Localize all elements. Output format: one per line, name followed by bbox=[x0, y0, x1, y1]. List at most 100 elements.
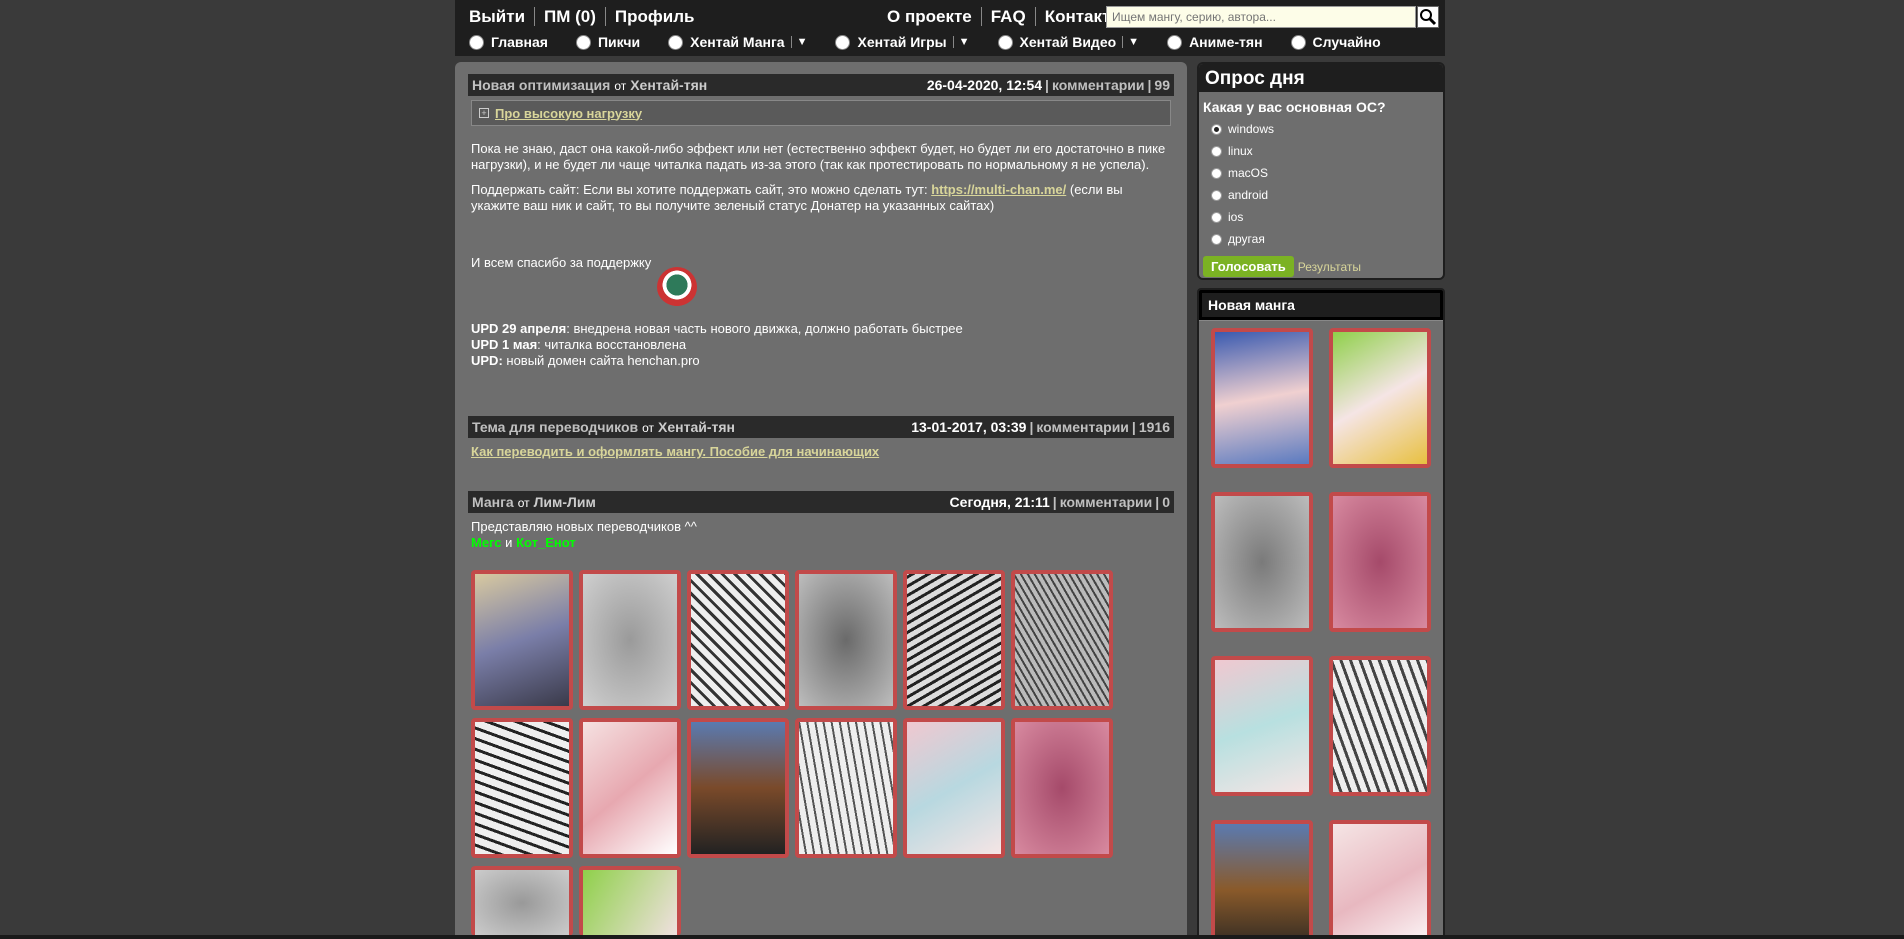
nav-label: Пикчи bbox=[597, 34, 641, 50]
spoiler-toggle[interactable]: + Про высокую нагрузку bbox=[471, 100, 1171, 126]
comments-count: 0 bbox=[1162, 494, 1170, 510]
gallery-thumbnail[interactable] bbox=[687, 570, 789, 710]
poll-option-ios[interactable]: ios bbox=[1199, 206, 1443, 228]
update-line: UPD: новый домен сайта henchan.pro bbox=[471, 353, 700, 368]
results-link[interactable]: Результаты bbox=[1298, 260, 1361, 274]
nav-radio-icon bbox=[469, 34, 484, 50]
gallery-thumbnail[interactable] bbox=[579, 570, 681, 710]
nav-radio-icon bbox=[1167, 34, 1183, 50]
poll-option-other[interactable]: другая bbox=[1199, 228, 1443, 250]
nav-label: Хентай Манга bbox=[690, 34, 785, 50]
gallery-thumbnail[interactable] bbox=[795, 718, 897, 858]
gallery-thumbnail[interactable] bbox=[795, 570, 897, 710]
comments-link[interactable]: комментарии bbox=[1060, 494, 1153, 510]
gallery-thumbnail[interactable] bbox=[471, 570, 573, 710]
poll-question: Какая у вас основная ОС? bbox=[1203, 99, 1386, 115]
nav-label: Аниме-тян bbox=[1189, 34, 1263, 50]
nav-radio-icon bbox=[835, 34, 851, 50]
translator-name[interactable]: Кот_Енот bbox=[516, 535, 576, 550]
post-author[interactable]: Лим-Лим bbox=[534, 494, 596, 510]
gallery-thumbnail[interactable] bbox=[579, 866, 681, 936]
post-author[interactable]: Хентай-тян bbox=[658, 419, 735, 435]
sidebar: Опрос дня Какая у вас основная ОС? windo… bbox=[1197, 62, 1445, 939]
guide-link[interactable]: Как переводить и оформлять мангу. Пособи… bbox=[471, 444, 879, 459]
donate-link[interactable]: https://multi-chan.me/ bbox=[931, 182, 1066, 197]
new-manga-title: Новая манга bbox=[1199, 290, 1443, 321]
dropdown-arrow-icon[interactable]: ▼ bbox=[790, 36, 807, 48]
gallery-thumbnail[interactable] bbox=[1011, 718, 1113, 858]
spoiler-link[interactable]: Про высокую нагрузку bbox=[495, 106, 642, 121]
poll-option-macos[interactable]: macOS bbox=[1199, 162, 1443, 184]
nav-pics[interactable]: Пикчи bbox=[575, 34, 641, 50]
nav-video[interactable]: Хентай Видео ▼ bbox=[997, 34, 1139, 50]
dropdown-arrow-icon[interactable]: ▼ bbox=[1122, 36, 1139, 48]
gallery-thumbnail[interactable] bbox=[471, 866, 573, 936]
nav-random[interactable]: Случайно bbox=[1290, 34, 1381, 50]
about-link[interactable]: О проекте bbox=[887, 7, 981, 26]
update-line: UPD 1 мая: читалка восстановлена bbox=[471, 337, 687, 352]
radio-icon bbox=[1211, 233, 1222, 245]
post-title[interactable]: Тема для переводчиков bbox=[472, 419, 638, 435]
new-manga-grid bbox=[1199, 320, 1443, 939]
page-wrapper: Выйти ПМ (0) Профиль О проекте FAQ Конта… bbox=[455, 0, 1445, 939]
main-nav: Главная Пикчи Хентай Манга ▼ Хентай Игры ▼… bbox=[469, 34, 1409, 50]
gallery-thumbnail[interactable] bbox=[1011, 570, 1113, 710]
manga-cover[interactable] bbox=[1211, 656, 1313, 796]
manga-cover[interactable] bbox=[1329, 820, 1431, 939]
post-header: Новая оптимизация от Хентай-тян 26-04-2020… bbox=[468, 74, 1174, 96]
by-label: от bbox=[517, 496, 530, 510]
post-title[interactable]: Манга bbox=[472, 494, 514, 510]
search-input[interactable] bbox=[1106, 6, 1416, 28]
user-links: Выйти ПМ (0) Профиль bbox=[469, 7, 704, 26]
poll-option-android[interactable]: android bbox=[1199, 184, 1443, 206]
gallery-thumbnail[interactable] bbox=[471, 718, 573, 858]
manga-cover[interactable] bbox=[1329, 656, 1431, 796]
vote-button[interactable]: Голосовать bbox=[1203, 256, 1294, 277]
search-icon bbox=[1420, 9, 1437, 26]
manga-cover[interactable] bbox=[1211, 328, 1313, 468]
gallery-thumbnail[interactable] bbox=[903, 718, 1005, 858]
comments-link[interactable]: комментарии bbox=[1036, 419, 1129, 435]
nav-home[interactable]: Главная bbox=[469, 34, 548, 50]
post-paragraph: Пока не знаю, даст она какой-либо эффект… bbox=[471, 141, 1166, 172]
post-header: Тема для переводчиков от Хентай-тян 13-01-… bbox=[468, 416, 1174, 438]
poll-title: Опрос дня bbox=[1199, 64, 1443, 92]
faq-link[interactable]: FAQ bbox=[980, 7, 1035, 26]
search-button[interactable] bbox=[1417, 6, 1439, 28]
manga-cover[interactable] bbox=[1211, 492, 1313, 632]
post-author[interactable]: Хентай-тян bbox=[630, 77, 707, 93]
nav-label: Хентай Видео bbox=[1019, 34, 1117, 50]
gallery-thumbnail[interactable] bbox=[687, 718, 789, 858]
gallery-thumbnail[interactable] bbox=[903, 570, 1005, 710]
nav-radio-icon bbox=[1290, 34, 1306, 50]
expand-icon: + bbox=[479, 108, 489, 118]
post-title[interactable]: Новая оптимизация bbox=[472, 77, 610, 93]
poll-option-linux[interactable]: linux bbox=[1199, 140, 1443, 162]
gallery-thumbnail[interactable] bbox=[579, 718, 681, 858]
pm-link[interactable]: ПМ (0) bbox=[534, 7, 605, 26]
nav-anime[interactable]: Аниме-тян bbox=[1167, 34, 1263, 50]
radio-icon bbox=[1211, 167, 1222, 179]
post-header: Манга от Лим-Лим Сегодня, 21:11 | комментари… bbox=[468, 491, 1174, 513]
nav-games[interactable]: Хентай Игры ▼ bbox=[835, 34, 970, 50]
bottom-edge bbox=[0, 935, 1904, 939]
radio-icon bbox=[1211, 145, 1222, 157]
by-label: от bbox=[642, 421, 655, 435]
by-label: от bbox=[614, 79, 627, 93]
new-manga-panel: Новая манга bbox=[1197, 288, 1445, 939]
comments-link[interactable]: комментарии bbox=[1052, 77, 1145, 93]
translator-name[interactable]: Мегс bbox=[471, 535, 502, 550]
post-date: 26-04-2020, 12:54 bbox=[926, 77, 1043, 93]
logout-link[interactable]: Выйти bbox=[469, 7, 534, 26]
manga-cover[interactable] bbox=[1329, 328, 1431, 468]
profile-link[interactable]: Профиль bbox=[604, 7, 704, 26]
poll-option-windows[interactable]: windows bbox=[1199, 118, 1443, 140]
radio-selected-icon bbox=[1211, 123, 1222, 135]
post-paragraph: И всем спасибо за поддержку bbox=[471, 255, 652, 270]
manga-cover[interactable] bbox=[1211, 820, 1313, 939]
nav-manga[interactable]: Хентай Манга ▼ bbox=[668, 34, 807, 50]
nav-label: Главная bbox=[491, 34, 548, 50]
manga-cover[interactable] bbox=[1329, 492, 1431, 632]
dropdown-arrow-icon[interactable]: ▼ bbox=[952, 36, 970, 48]
news-feed: Новая оптимизация от Хентай-тян 26-04-2020… bbox=[455, 62, 1187, 939]
